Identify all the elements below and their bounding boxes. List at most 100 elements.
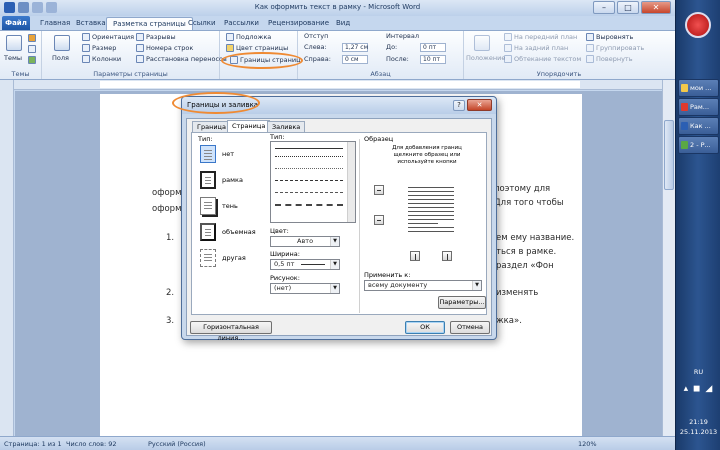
status-zoom[interactable]: 120% [578,440,597,448]
line-style-fine-dotted[interactable] [275,168,343,169]
page-borders-button[interactable]: Границы страниц [230,56,301,64]
spacing-after-label: После: [386,55,409,63]
watermark-button[interactable]: Подложка [226,33,271,41]
border-preview[interactable] [390,171,472,253]
themes-icon[interactable] [6,35,22,51]
line-style-dash-dot[interactable] [275,204,343,206]
orientation-button[interactable]: Ориентация [82,33,134,41]
line-style-list[interactable] [270,141,356,223]
tab-border[interactable]: Граница [192,121,231,132]
ruler-text-area [100,81,580,88]
tab-shading[interactable]: Заливка [267,121,306,132]
doc-list-number: 3. [166,316,175,326]
dialog-close-button[interactable]: ✕ [467,99,492,111]
rotate-button[interactable]: Повернуть [586,55,633,63]
position-button[interactable]: Положение [466,54,505,62]
clock-time[interactable]: 21:19 [676,418,720,426]
art-dropdown[interactable]: (нет) ▼ [270,283,340,294]
margins-button[interactable]: Поля [52,54,69,62]
minimize-button[interactable]: – [593,1,615,14]
page-color-button[interactable]: Цвет страницы [226,44,288,52]
width-dropdown[interactable]: 0,5 пт ▼ [270,259,340,270]
style-list-scrollbar[interactable] [347,142,355,222]
horizontal-ruler[interactable] [14,80,662,90]
preview-line [408,207,454,208]
top-border-button[interactable] [374,185,384,195]
wrap-text-button[interactable]: Обтекание текстом [504,55,581,63]
tab-references[interactable]: Ссылки [182,17,222,30]
indent-right-field[interactable]: 0 см [342,55,368,64]
tab-review[interactable]: Рецензирование [262,17,335,30]
line-style-solid[interactable] [275,148,343,149]
bottom-border-button[interactable] [374,215,384,225]
setting-shadow-label[interactable]: тень [222,202,238,210]
theme-colors-icon[interactable] [28,34,36,42]
setting-box-icon[interactable] [200,171,216,189]
themes-button[interactable]: Темы [4,54,22,62]
status-bar: Страница: 1 из 1 Число слов: 92 Русский … [0,436,675,450]
color-dropdown[interactable]: Авто ▼ [270,236,340,247]
taskbar-item[interactable]: Как ... [678,117,719,135]
send-backward-icon [504,44,512,52]
options-button[interactable]: Параметры... [438,296,486,309]
chevron-down-icon: ▼ [330,260,339,269]
preview-line [408,203,454,204]
setting-box-label[interactable]: рамка [222,176,243,184]
line-numbers-button[interactable]: Номера строк [136,44,193,52]
maximize-button[interactable]: □ [617,1,639,14]
cancel-button[interactable]: Отмена [450,321,490,334]
chevron-down-icon: ▼ [330,237,339,246]
close-button[interactable]: ✕ [641,1,671,14]
tab-file[interactable]: Файл [2,16,30,30]
clock-date[interactable]: 25.11.2013 [676,428,720,436]
apply-to-dropdown[interactable]: всему документу ▼ [364,280,482,291]
status-words[interactable]: Число слов: 92 [66,440,117,448]
setting-custom-icon[interactable] [200,249,216,267]
dialog-title-bar[interactable]: Границы и заливка ? ✕ [182,97,496,114]
group-label-page-setup: Параметры страницы [93,70,168,78]
margins-icon[interactable] [54,35,70,51]
line-style-dotted[interactable] [275,156,343,157]
spacing-after-field[interactable]: 10 пт [420,55,446,64]
taskbar-item[interactable]: 2 - Р... [678,136,719,154]
ok-button[interactable]: ОК [405,321,445,334]
indent-left-label: Слева: [304,43,327,51]
setting-shadow-icon[interactable] [200,197,216,215]
tray-icons[interactable]: ▴ ◼ ◢ [676,384,720,394]
setting-none-icon[interactable] [200,145,216,163]
dialog-help-button[interactable]: ? [453,100,465,111]
group-objects-button[interactable]: Группировать [586,44,644,52]
hyphenation-button[interactable]: Расстановка переносов [136,55,227,63]
align-button[interactable]: Выровнять [586,33,633,41]
line-style-long-dash[interactable] [275,192,343,193]
columns-button[interactable]: Колонки [82,55,121,63]
line-style-dashed[interactable] [275,180,343,181]
indent-left-field[interactable]: 1,27 см [342,43,368,52]
setting-none-label[interactable]: нет [222,150,234,158]
tab-mailings[interactable]: Рассылки [218,17,265,30]
taskbar-item[interactable]: мои ... [678,79,719,97]
bring-forward-button[interactable]: На передний план [504,33,577,41]
size-button[interactable]: Размер [82,44,116,52]
send-backward-button[interactable]: На задний план [504,44,568,52]
language-indicator[interactable]: RU [676,368,720,376]
tab-page-layout[interactable]: Разметка страницы [106,17,193,30]
page-borders-icon [230,56,238,64]
borders-shading-dialog: Границы и заливка ? ✕ Граница Страница З… [181,96,497,342]
horizontal-line-button[interactable]: Горизонтальная линия... [190,321,272,342]
theme-fonts-icon[interactable] [28,45,36,53]
spacing-before-field[interactable]: 0 пт [420,43,446,52]
setting-custom-label[interactable]: другая [222,254,246,262]
doc-text-line: раздел «Фон [496,261,554,271]
theme-effects-icon[interactable] [28,56,36,64]
breaks-button[interactable]: Разрывы [136,33,176,41]
scrollbar-thumb[interactable] [664,120,674,190]
setting-3d-label[interactable]: объемная [222,228,256,236]
setting-3d-icon[interactable] [200,223,216,241]
tab-view[interactable]: Вид [330,17,356,30]
status-page[interactable]: Страница: 1 из 1 [4,440,62,448]
start-button[interactable] [685,12,711,38]
status-language[interactable]: Русский (Россия) [148,440,206,448]
taskbar-item[interactable]: Рам... [678,98,719,116]
vertical-scrollbar[interactable] [662,80,675,436]
